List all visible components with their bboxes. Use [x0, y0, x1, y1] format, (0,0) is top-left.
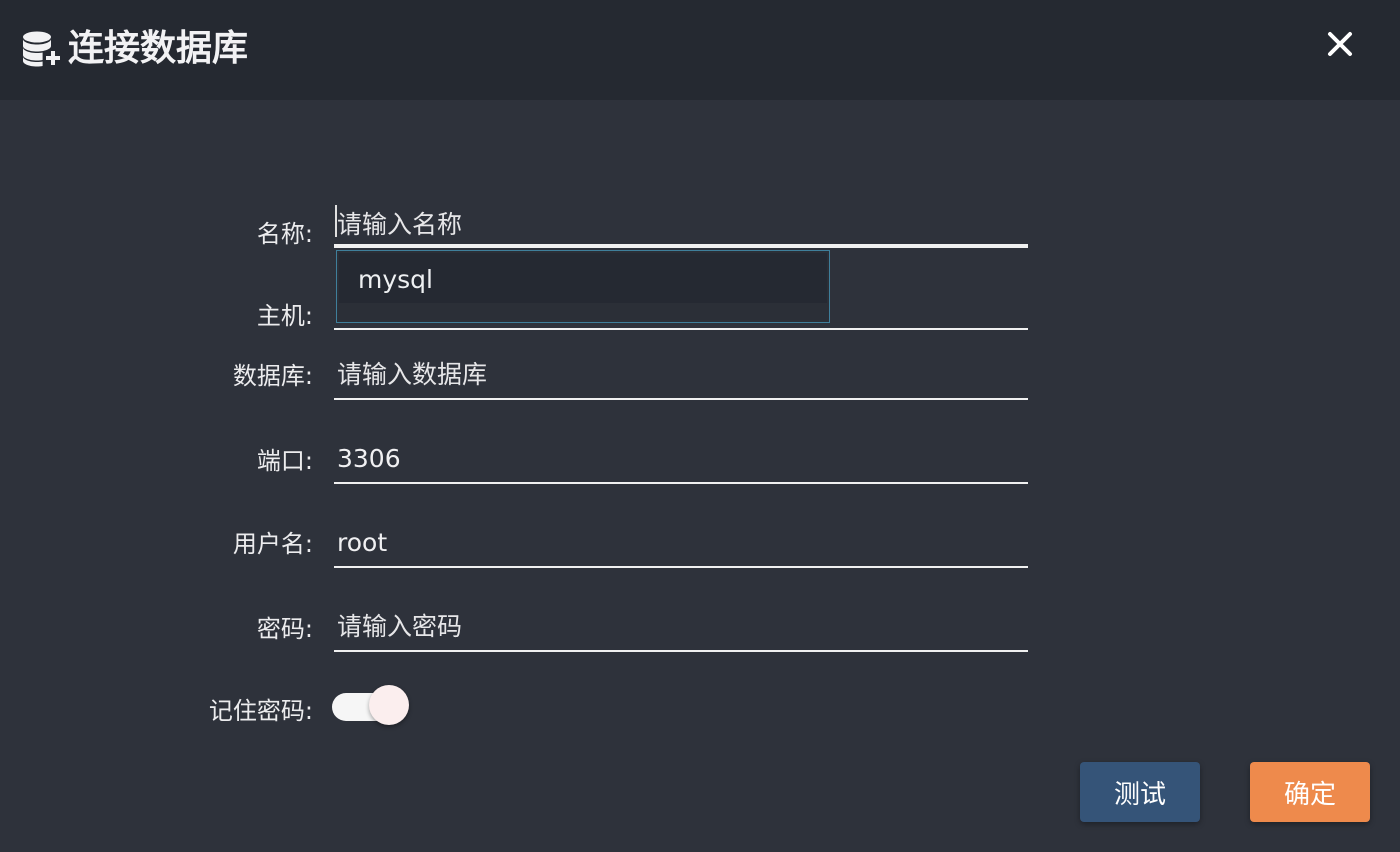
- test-button[interactable]: 测试: [1080, 762, 1200, 822]
- port-field-wrapper: [334, 434, 1028, 484]
- database-input[interactable]: [334, 350, 1028, 398]
- username-label: 用户名:: [232, 530, 313, 558]
- confirm-button[interactable]: 确定: [1250, 762, 1370, 822]
- database-label: 数据库:: [232, 362, 313, 390]
- password-field-wrapper: [334, 602, 1028, 652]
- host-label: 主机:: [256, 302, 313, 330]
- database-field-wrapper: [334, 350, 1028, 400]
- name-label: 名称:: [256, 220, 313, 248]
- port-label: 端口:: [256, 447, 313, 475]
- close-icon: [1328, 32, 1352, 56]
- autocomplete-item-label: mysql: [358, 265, 433, 294]
- dialog-title: 连接数据库: [68, 28, 249, 69]
- name-input[interactable]: [334, 204, 1028, 244]
- port-input[interactable]: [334, 434, 1028, 482]
- password-input[interactable]: [334, 602, 1028, 650]
- close-button[interactable]: [1322, 26, 1358, 62]
- autocomplete-dropdown: mysql: [336, 250, 830, 323]
- autocomplete-item[interactable]: mysql: [339, 253, 827, 303]
- database-add-icon: [22, 30, 64, 68]
- dialog-header: 连接数据库: [0, 0, 1400, 100]
- text-caret: [335, 205, 337, 237]
- remember-password-label: 记住密码:: [208, 697, 313, 725]
- username-input[interactable]: [334, 518, 1028, 566]
- remember-password-toggle[interactable]: [332, 685, 409, 725]
- password-label: 密码:: [256, 615, 313, 643]
- toggle-knob: [369, 685, 409, 725]
- username-field-wrapper: [334, 518, 1028, 568]
- name-field-wrapper: [334, 204, 1028, 248]
